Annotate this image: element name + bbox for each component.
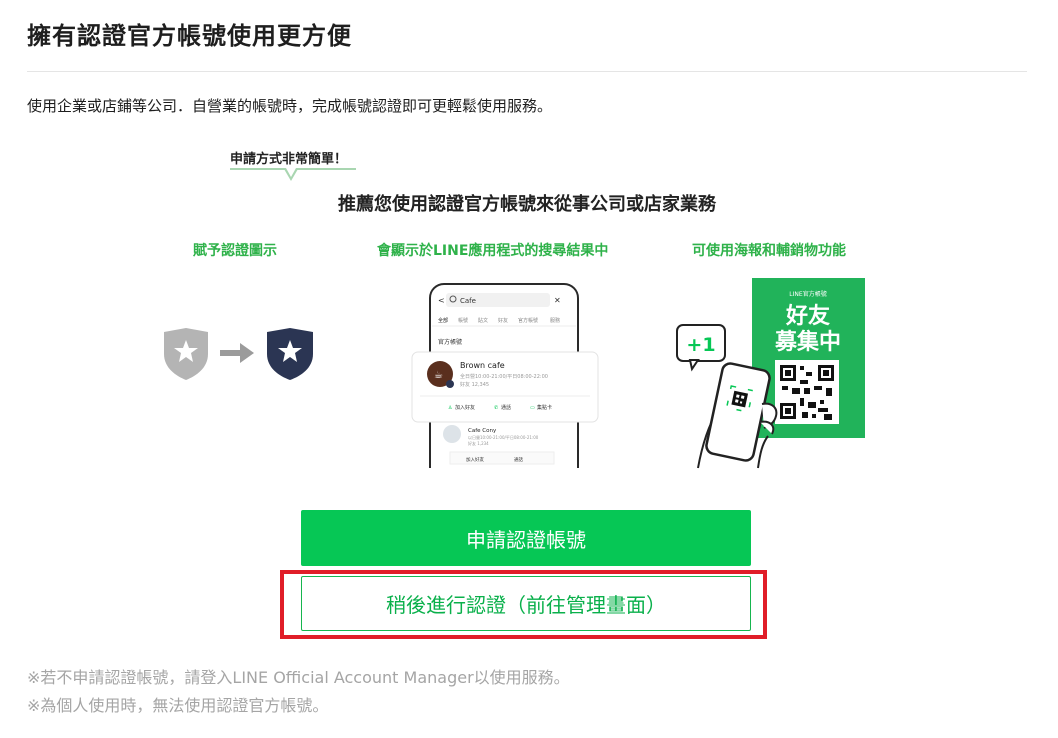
illustration-headline: 推薦您使用認證官方帳號來從事公司或店家業務: [0, 190, 1058, 216]
phone-card2-friends: 好友 1,234: [468, 440, 489, 446]
feature-posters: 可使用海報和輔銷物功能: [692, 243, 846, 259]
dark-shield-icon: [267, 328, 313, 380]
speech-bubble-text: 申請方式非常簡單！: [230, 152, 348, 167]
poster-line1: 好友: [785, 303, 830, 329]
svg-text:▭: ▭: [530, 405, 535, 411]
arrow-right-icon: [220, 343, 254, 363]
speech-bubble-tail: [284, 168, 298, 181]
phone-tab-5: 服務: [550, 317, 560, 324]
verify-later-button[interactable]: 稍後進行認證（前往管理畫面）: [301, 576, 751, 631]
feature-verified-badge: 賦予認證圖示: [193, 243, 277, 259]
gray-shield-icon: [164, 328, 208, 380]
phone-card-name: Brown cafe: [460, 361, 505, 370]
phone-card2-name: Cafe Cony: [468, 428, 497, 434]
phone-tab-3: 好友: [498, 317, 508, 324]
phone-card-action-0: 加入好友: [455, 404, 475, 411]
illustration-headline-text: 推薦您使用認證官方帳號來從事公司或店家業務: [338, 194, 716, 215]
svg-text:<: <: [438, 296, 445, 305]
phone-card-action-2: 集點卡: [537, 404, 552, 411]
phone-card2-hours: 以日營10:00-21:00/平日08:00-21:00: [468, 434, 539, 440]
poster-qr-illustration: LINE官方帳號 好友 募集中 +1: [676, 278, 865, 469]
page-description: 使用企業或店鋪等公司．自營業的帳號時，完成帳號認證即可更輕鬆使用服務。: [27, 97, 553, 115]
phone-search-text: Cafe: [460, 297, 476, 305]
page-title: 擁有認證官方帳號使用更方便: [27, 22, 352, 50]
phone-tab-0: 全部: [438, 317, 448, 324]
note-personal-use: ※為個人使用時，無法使用認證官方帳號。: [27, 696, 329, 715]
phone-card-action-1: 通話: [501, 404, 511, 411]
apply-verification-button[interactable]: 申請認證帳號: [301, 510, 751, 566]
phone-card-friends: 好友 12,345: [460, 381, 489, 388]
phone-tab-4: 官方帳號: [518, 317, 538, 324]
phone-card-hours: 全日營10:00-21:00/平日08:00-22:00: [460, 373, 548, 380]
poster-plus-badge: +1: [686, 334, 715, 356]
shield-upgrade-icon: [164, 328, 313, 380]
svg-text:☕: ☕: [434, 370, 443, 381]
feature-search-results: 會顯示於LINE應用程式的搜尋結果中: [377, 243, 609, 259]
phone-search-illustration: < Cafe ✕ 全部 帳號 貼文 好友 官方帳號 服務 官方帳號 ☕ Brow…: [411, 283, 599, 468]
phone-card2-action-0: 加入好友: [466, 456, 484, 463]
phone-tab-1: 帳號: [458, 317, 468, 324]
svg-text:♙: ♙: [448, 405, 452, 411]
poster-line2: 募集中: [774, 329, 841, 355]
svg-text:✕: ✕: [554, 296, 561, 305]
title-divider: [27, 71, 1027, 72]
phone-card2-action-1: 通話: [514, 456, 523, 463]
phone-section-label: 官方帳號: [438, 338, 462, 346]
note-unverified-login: ※若不申請認證帳號，請登入LINE Official Account Manag…: [27, 668, 570, 687]
phone-tab-2: 貼文: [478, 317, 488, 324]
svg-text:✆: ✆: [494, 405, 498, 411]
poster-header: LINE官方帳號: [789, 290, 826, 298]
